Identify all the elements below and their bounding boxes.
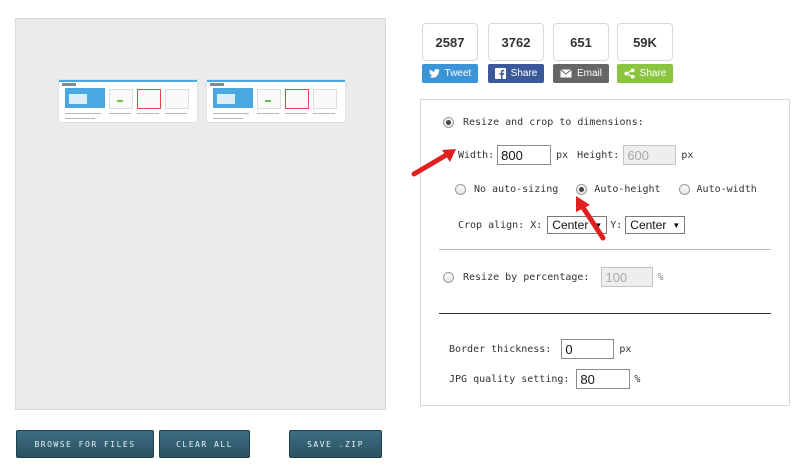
- no-auto-sizing-radio[interactable]: [455, 184, 466, 195]
- thumb-text-line: [109, 113, 131, 114]
- image-thumbnail[interactable]: [58, 79, 198, 123]
- annotation-arrow-icon: [576, 196, 606, 241]
- email-icon: [560, 69, 572, 78]
- resize-crop-label: Resize and crop to dimensions:: [463, 117, 644, 128]
- image-preview-area: [15, 18, 386, 410]
- thumb-logo: [62, 83, 76, 86]
- twitter-share: 2587 Tweet: [422, 23, 478, 83]
- thumb-text-line: [165, 113, 187, 114]
- jpg-quality-row: JPG quality setting: 80 %: [449, 369, 640, 389]
- facebook-icon: [494, 68, 506, 79]
- facebook-share: 3762 Share: [488, 23, 544, 83]
- thumb-hero-inner: [217, 94, 235, 104]
- height-input[interactable]: 600: [623, 145, 677, 165]
- border-thickness-unit: px: [619, 343, 632, 355]
- thumb-text-line: [313, 113, 335, 114]
- thumb-top-bar: [207, 80, 345, 82]
- share-button[interactable]: Share: [617, 64, 673, 83]
- resize-crop-radio[interactable]: [443, 117, 454, 128]
- height-unit: px: [681, 149, 694, 161]
- share-count: 59K: [617, 23, 673, 61]
- facebook-share-label: Share: [510, 68, 538, 79]
- thumb-hero-inner: [69, 94, 87, 104]
- share-icon: [624, 68, 635, 79]
- facebook-share-button[interactable]: Share: [488, 64, 544, 83]
- jpg-quality-unit: %: [634, 373, 641, 385]
- width-input[interactable]: 800: [497, 145, 552, 165]
- thumb-card: [109, 89, 133, 109]
- email-share: 651 Email: [553, 23, 609, 83]
- thumb-text-line: [257, 113, 279, 114]
- tweet-button[interactable]: Tweet: [422, 64, 478, 83]
- dimensions-row: Width: 800 px Height: 600 px: [458, 145, 693, 165]
- jpg-quality-label: JPG quality setting:: [449, 373, 570, 385]
- section-divider: [439, 249, 771, 250]
- annotation-arrow-icon: [411, 149, 456, 177]
- thumb-badge: [117, 100, 123, 102]
- crop-y-value: Center: [630, 218, 667, 232]
- email-button[interactable]: Email: [553, 64, 609, 83]
- height-label: Height:: [577, 149, 620, 161]
- thumb-logo: [210, 83, 224, 86]
- options-panel: Resize and crop to dimensions: Width: 80…: [420, 99, 790, 406]
- thumb-text-line: [137, 113, 159, 114]
- border-thickness-row: Border thickness: 0 px: [449, 339, 631, 359]
- clear-all-button[interactable]: CLEAR ALL: [159, 430, 250, 458]
- thumb-text-line: [285, 113, 307, 114]
- no-auto-sizing-label: No auto-sizing: [474, 184, 559, 195]
- thumb-text-line: [213, 118, 243, 119]
- thumb-text-line: [213, 113, 249, 114]
- tweet-label: Tweet: [444, 68, 472, 79]
- resize-crop-option[interactable]: Resize and crop to dimensions:: [443, 117, 644, 128]
- thumb-card-highlight: [285, 89, 309, 109]
- email-label: Email: [576, 68, 602, 79]
- thumb-card: [257, 89, 281, 109]
- resize-percentage-radio[interactable]: [443, 271, 454, 283]
- thumb-card: [313, 89, 337, 109]
- save-zip-button[interactable]: SAVE .ZIP: [289, 430, 382, 458]
- crop-y-select[interactable]: Center ▼: [625, 216, 686, 234]
- image-thumbnail[interactable]: [206, 79, 346, 123]
- auto-width-label: Auto-width: [696, 184, 757, 195]
- twitter-count: 2587: [422, 23, 478, 61]
- thumb-card: [165, 89, 189, 109]
- resize-percentage-label: Resize by percentage:: [463, 271, 590, 283]
- width-label: Width:: [458, 149, 495, 161]
- facebook-count: 3762: [488, 23, 544, 61]
- browse-files-button[interactable]: BROWSE FOR FILES: [16, 430, 154, 458]
- share-label: Share: [639, 68, 667, 79]
- percentage-unit: %: [657, 271, 664, 283]
- border-thickness-label: Border thickness:: [449, 343, 552, 355]
- crop-align-label: Crop align: X:: [458, 219, 543, 231]
- thumb-badge: [265, 100, 271, 102]
- resize-percentage-option: Resize by percentage: 100 %: [443, 267, 663, 287]
- section-divider: [439, 313, 771, 314]
- email-count: 651: [553, 23, 609, 61]
- percentage-input[interactable]: 100: [601, 267, 654, 287]
- twitter-icon: [428, 69, 440, 78]
- auto-width-radio[interactable]: [678, 184, 690, 195]
- thumb-text-line: [65, 118, 95, 119]
- thumb-top-bar: [59, 80, 197, 82]
- width-unit: px: [556, 149, 569, 161]
- chevron-down-icon: ▼: [672, 220, 681, 230]
- thumb-text-line: [65, 113, 101, 114]
- border-thickness-input[interactable]: 0: [561, 339, 615, 359]
- generic-share: 59K Share: [617, 23, 673, 83]
- jpg-quality-input[interactable]: 80: [576, 369, 631, 389]
- thumb-card-highlight: [137, 89, 161, 109]
